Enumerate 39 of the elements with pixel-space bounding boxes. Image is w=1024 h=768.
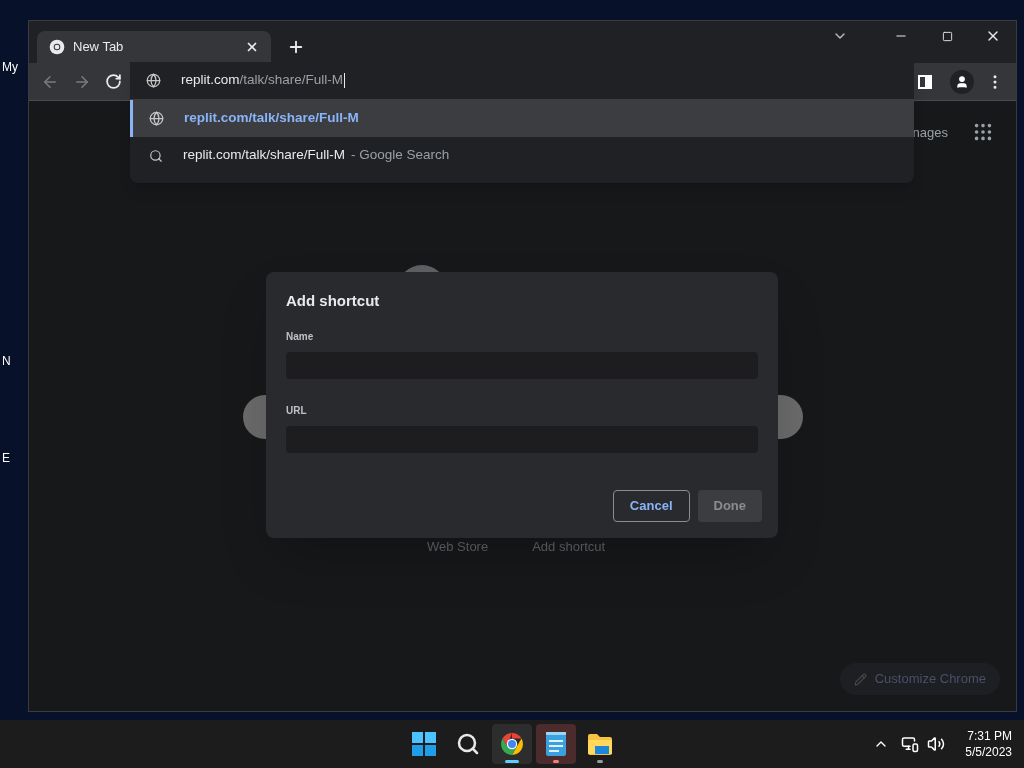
- suggestion-item[interactable]: replit.com/talk/share/Full-M - Google Search: [130, 137, 914, 174]
- taskbar-app-button[interactable]: [536, 724, 576, 764]
- clock-time[interactable]: 7:31 PM: [967, 728, 1012, 744]
- taskbar-app-button[interactable]: [492, 724, 532, 764]
- globe-icon: [146, 73, 161, 88]
- suggestion-text: replit.com/talk/share/Full-M: [184, 109, 359, 128]
- suggestion-item[interactable]: replit.com/talk/share/Full-M: [130, 100, 914, 137]
- close-icon[interactable]: [245, 40, 259, 54]
- search-icon: [149, 148, 163, 163]
- desktop-icon-label[interactable]: E: [2, 449, 10, 467]
- suggestion-text: replit.com/talk/share/Full-M: [183, 146, 346, 165]
- folder-icon: [587, 733, 613, 755]
- browser-tab[interactable]: New Tab: [37, 31, 271, 63]
- search-icon: [456, 732, 480, 756]
- person-icon: [955, 74, 969, 89]
- field-label: Name: [286, 329, 315, 344]
- apps-grid-icon[interactable]: [972, 121, 994, 143]
- desktop-icon-label[interactable]: My: [2, 58, 18, 76]
- windows-logo-icon: [412, 732, 436, 756]
- new-tab-icon[interactable]: [287, 38, 305, 56]
- suggestion-hint: - Google Search: [351, 146, 450, 165]
- dialog-button[interactable]: Cancel: [612, 490, 690, 522]
- chrome-logo-icon: [49, 39, 65, 55]
- side-panel-icon[interactable]: [918, 74, 932, 89]
- tab-title: New Tab: [73, 38, 125, 57]
- dialog-title: Add shortcut: [286, 291, 381, 311]
- desktop-icon-label[interactable]: N: [2, 352, 11, 370]
- maximize-icon[interactable]: [941, 30, 953, 42]
- notepad-icon: [545, 731, 567, 757]
- reload-icon[interactable]: [105, 73, 122, 90]
- network-icon[interactable]: [901, 735, 920, 753]
- clock-date[interactable]: 5/5/2023: [965, 744, 1012, 760]
- profile-button[interactable]: [950, 69, 974, 94]
- address-text: replit.com/talk/share/Full-M: [181, 71, 346, 91]
- field-label: URL: [286, 403, 308, 418]
- chrome-logo-icon: [500, 732, 524, 756]
- pencil-icon: [853, 672, 867, 686]
- globe-icon: [149, 111, 164, 126]
- volume-icon[interactable]: [927, 735, 946, 753]
